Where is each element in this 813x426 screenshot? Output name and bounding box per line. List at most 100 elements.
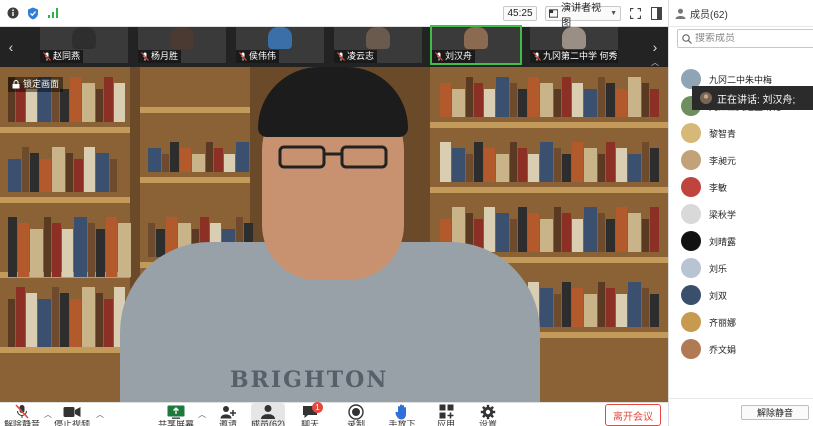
book-spine	[554, 294, 561, 327]
lock-view-label[interactable]: 锁定画面	[8, 77, 64, 92]
book-spine	[16, 287, 25, 347]
member-list-item[interactable]: 李敏	[669, 174, 813, 200]
member-list-item[interactable]: 乔文娟	[669, 336, 813, 362]
book-spine	[96, 229, 105, 277]
book-spine	[8, 159, 21, 192]
person-icon	[675, 8, 686, 19]
book-spine	[70, 299, 81, 347]
video-options-button[interactable]: ︿	[96, 403, 104, 426]
share-icon	[167, 403, 185, 420]
participant-thumbnail[interactable]: 侯伟伟	[236, 27, 324, 63]
view-mode-select[interactable]: 演讲者视图 ▼	[545, 3, 621, 29]
book-spine	[484, 207, 495, 252]
book-spine	[26, 293, 37, 347]
leave-meeting-button[interactable]: 离开会议	[605, 404, 661, 426]
book-spine	[162, 154, 169, 172]
book-spine	[642, 219, 649, 252]
book-spine	[510, 83, 517, 117]
member-name: 刘乐	[709, 263, 728, 274]
shield-icon[interactable]	[26, 6, 40, 20]
book-spine	[540, 142, 553, 182]
chat-button[interactable]: 1 聊天	[296, 402, 324, 426]
book-spine	[518, 89, 527, 117]
book-spine	[8, 299, 15, 347]
members-button[interactable]: 成员(62)	[251, 403, 285, 426]
book-spine	[628, 282, 641, 327]
hand-button[interactable]: 手放下	[388, 403, 416, 426]
book-spine	[88, 223, 95, 277]
participant-thumbnail[interactable]: 杨月胜	[138, 27, 226, 63]
shelf-board	[140, 177, 250, 183]
shelf-board	[430, 122, 668, 128]
participant-thumbnail[interactable]: 凌云志	[334, 27, 422, 63]
mute-button[interactable]: 解除静音	[4, 403, 40, 426]
mute-options-button[interactable]: ︿	[44, 403, 52, 426]
book-spine	[650, 294, 659, 327]
video-button[interactable]: 停止视频	[54, 403, 90, 426]
settings-label: 设置	[478, 420, 497, 426]
invite-icon	[220, 403, 236, 420]
speaker-glasses	[278, 145, 388, 169]
member-list-item[interactable]: 刘双	[669, 282, 813, 308]
main-video[interactable]: BRIGHTON 锁定画面	[0, 67, 668, 402]
member-list-item[interactable]: 齐丽娜	[669, 309, 813, 335]
invite-button[interactable]: 邀请	[214, 403, 242, 426]
shelf-board	[0, 347, 130, 353]
participant-thumbnail[interactable]: 赵同燕	[40, 27, 128, 63]
info-icon[interactable]	[6, 6, 20, 20]
participant-thumbnail[interactable]: 九冈第二中学 何秀...	[530, 27, 618, 63]
apps-icon	[439, 403, 454, 420]
avatar	[681, 177, 701, 197]
member-search-box[interactable]	[677, 29, 813, 48]
book-spine	[52, 287, 59, 347]
participant-thumbnail[interactable]: 刘汉舟	[430, 25, 522, 65]
fullscreen-icon[interactable]	[629, 7, 642, 22]
unmute-all-button[interactable]: 解除静音	[741, 405, 809, 420]
thumbnail-name-tag: 赵同燕	[40, 50, 84, 63]
settings-button[interactable]: 设置	[474, 403, 502, 426]
book-spine	[148, 148, 161, 172]
share-button[interactable]: 共享屏幕	[158, 403, 194, 426]
book-spine	[170, 142, 179, 172]
view-mode-label: 演讲者视图	[561, 2, 602, 29]
book-spine	[60, 89, 69, 122]
shelf-board	[430, 187, 668, 193]
member-name: 李昶元	[709, 155, 737, 166]
book-spine	[440, 83, 451, 117]
book-spine	[650, 148, 659, 182]
members-label: 成员(62)	[251, 420, 286, 426]
search-input[interactable]	[695, 33, 805, 44]
record-icon	[348, 403, 364, 420]
video-label: 停止视频	[54, 420, 91, 426]
book-spine	[540, 288, 553, 327]
record-button[interactable]: 录制	[342, 403, 370, 426]
shelf-board	[0, 127, 130, 133]
book-spine	[606, 288, 615, 327]
record-label: 录制	[346, 420, 365, 426]
book-spine	[104, 77, 113, 122]
signal-icon[interactable]	[46, 6, 60, 20]
book-spine	[554, 89, 561, 117]
member-list-item[interactable]: 黎智青	[669, 120, 813, 146]
thumbnail-video	[72, 27, 96, 49]
panel-toggle-icon[interactable]	[651, 7, 662, 23]
participants-panel: 成员(62) 九冈二中朱中梅九江三英芝蓝胡花黎智青李昶元李敏梁秋学刘晴露刘乐刘双…	[668, 0, 813, 426]
member-list-item[interactable]: 刘晴露	[669, 228, 813, 254]
thumbnail-video	[366, 27, 390, 49]
speaking-text: 正在讲话: 刘汉舟;	[717, 94, 796, 106]
share-options-button[interactable]: ︿	[198, 403, 206, 426]
member-list-item[interactable]: 刘乐	[669, 255, 813, 281]
book-spine	[82, 83, 95, 122]
chevron-up-icon: ︿	[96, 410, 104, 419]
strip-prev-button[interactable]: ‹	[0, 27, 22, 67]
member-list-item[interactable]: 梁秋学	[669, 201, 813, 227]
book-spine	[540, 83, 553, 117]
book-spine	[96, 89, 103, 122]
avatar	[681, 123, 701, 143]
apps-button[interactable]: 应用	[432, 403, 460, 426]
book-spine	[440, 142, 451, 182]
member-list-item[interactable]: 李昶元	[669, 147, 813, 173]
chevron-right-icon: ›	[652, 39, 658, 55]
mic-muted-icon	[43, 52, 51, 61]
avatar	[681, 150, 701, 170]
